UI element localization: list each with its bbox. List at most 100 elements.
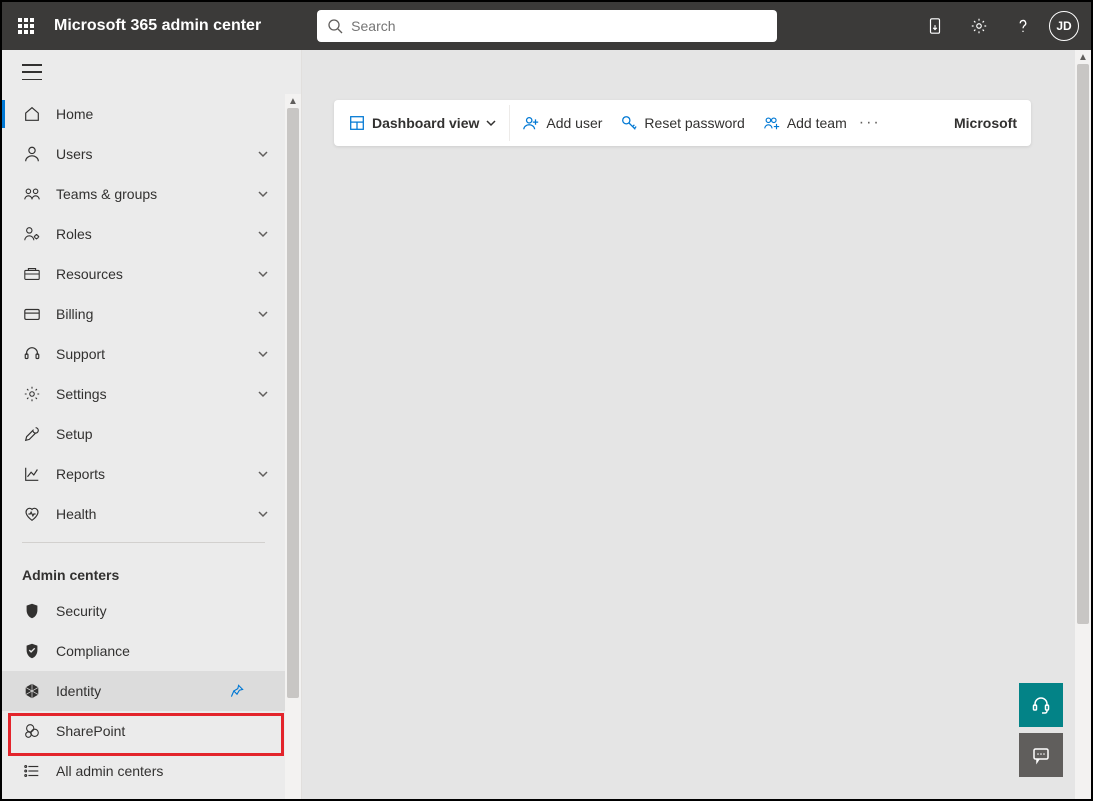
sidebar-item-label: Settings xyxy=(56,386,257,402)
sidebar-item-health[interactable]: Health xyxy=(2,494,285,534)
billing-icon xyxy=(22,305,42,323)
question-icon xyxy=(1014,17,1032,35)
gear-icon xyxy=(970,17,988,35)
chevron-down-icon xyxy=(257,188,273,200)
feedback-button[interactable] xyxy=(1019,733,1063,777)
main-content: Dashboard view Add user Reset password A… xyxy=(302,50,1091,799)
scrollbar-thumb[interactable] xyxy=(287,108,299,698)
reset-password-label: Reset password xyxy=(644,115,744,131)
sidebar-item-label: Reports xyxy=(56,466,257,482)
chevron-down-icon xyxy=(257,308,273,320)
key-icon xyxy=(620,114,638,132)
sidebar-item-label: Teams & groups xyxy=(56,186,257,202)
chevron-down-icon xyxy=(257,468,273,480)
sharepoint-icon xyxy=(22,722,42,740)
sidebar: Home Users Teams & groups Role xyxy=(2,50,302,799)
app-launcher-button[interactable] xyxy=(2,2,50,50)
headset-icon xyxy=(1031,695,1051,715)
sidebar-item-label: Billing xyxy=(56,306,257,322)
sidebar-item-label: Health xyxy=(56,506,257,522)
settings-icon xyxy=(22,385,42,403)
sidebar-item-label: Roles xyxy=(56,226,257,242)
roles-icon xyxy=(22,225,42,243)
account-avatar[interactable]: JD xyxy=(1049,11,1079,41)
reports-icon xyxy=(22,465,42,483)
chevron-down-icon xyxy=(257,348,273,360)
app-title: Microsoft 365 admin center xyxy=(50,17,261,35)
sidebar-item-label: Support xyxy=(56,346,257,362)
support-icon xyxy=(22,345,42,363)
search-input[interactable] xyxy=(351,18,767,34)
help-icon-button[interactable] xyxy=(1001,2,1045,50)
toolbar-separator xyxy=(509,105,510,141)
sidebar-item-compliance[interactable]: Compliance xyxy=(2,631,285,671)
list-icon xyxy=(22,762,42,780)
sidebar-item-reports[interactable]: Reports xyxy=(2,454,285,494)
sidebar-item-billing[interactable]: Billing xyxy=(2,294,285,334)
device-icon-button[interactable] xyxy=(913,2,957,50)
search-icon xyxy=(327,18,351,34)
pin-icon[interactable] xyxy=(229,683,245,699)
sidebar-item-roles[interactable]: Roles xyxy=(2,214,285,254)
help-headset-button[interactable] xyxy=(1019,683,1063,727)
sidebar-item-label: Compliance xyxy=(56,643,273,659)
sidebar-item-label: Home xyxy=(56,106,273,122)
sidebar-item-settings[interactable]: Settings xyxy=(2,374,285,414)
brand-label: Microsoft xyxy=(954,115,1017,131)
dashboard-view-button[interactable]: Dashboard view xyxy=(348,100,497,146)
add-user-button[interactable]: Add user xyxy=(522,100,602,146)
add-team-button[interactable]: Add team xyxy=(763,100,847,146)
sidebar-item-security[interactable]: Security xyxy=(2,591,285,631)
sidebar-item-label: Security xyxy=(56,603,273,619)
chevron-down-icon xyxy=(257,508,273,520)
main-scrollbar[interactable]: ▲ xyxy=(1075,50,1091,799)
chevron-down-icon xyxy=(257,388,273,400)
sidebar-item-resources[interactable]: Resources xyxy=(2,254,285,294)
chevron-down-icon xyxy=(485,117,497,129)
reset-password-button[interactable]: Reset password xyxy=(620,100,744,146)
settings-icon-button[interactable] xyxy=(957,2,1001,50)
dashboard-view-label: Dashboard view xyxy=(372,115,479,131)
add-user-label: Add user xyxy=(546,115,602,131)
compliance-shield-icon xyxy=(22,642,42,660)
sidebar-item-all-admin-centers[interactable]: All admin centers xyxy=(2,751,285,791)
add-team-icon xyxy=(763,114,781,132)
setup-icon xyxy=(22,425,42,443)
sidebar-item-sharepoint[interactable]: SharePoint xyxy=(2,711,285,751)
add-team-label: Add team xyxy=(787,115,847,131)
sidebar-item-label: SharePoint xyxy=(56,723,273,739)
identity-icon xyxy=(22,682,42,700)
sidebar-item-label: Setup xyxy=(56,426,273,442)
sidebar-item-label: Resources xyxy=(56,266,257,282)
scroll-up-arrow-icon: ▲ xyxy=(1075,50,1091,64)
shield-icon xyxy=(22,602,42,620)
sidebar-item-support[interactable]: Support xyxy=(2,334,285,374)
sidebar-scrollbar[interactable]: ▲ xyxy=(285,94,301,799)
chevron-down-icon xyxy=(257,148,273,160)
sidebar-item-teams-groups[interactable]: Teams & groups xyxy=(2,174,285,214)
chevron-down-icon xyxy=(257,268,273,280)
sidebar-item-identity[interactable]: Identity xyxy=(2,671,285,711)
scrollbar-thumb[interactable] xyxy=(1077,64,1089,624)
sidebar-item-users[interactable]: Users xyxy=(2,134,285,174)
sidebar-item-home[interactable]: Home xyxy=(2,94,285,134)
nav-divider xyxy=(22,542,265,543)
phone-download-icon xyxy=(926,17,944,35)
command-bar: Dashboard view Add user Reset password A… xyxy=(334,100,1031,146)
teams-icon xyxy=(22,185,42,203)
dashboard-icon xyxy=(348,114,366,132)
user-icon xyxy=(22,145,42,163)
resources-icon xyxy=(22,265,42,283)
feedback-icon xyxy=(1031,745,1051,765)
overflow-menu-button[interactable]: ··· xyxy=(859,114,881,132)
health-icon xyxy=(22,505,42,523)
header: Microsoft 365 admin center JD xyxy=(2,2,1091,50)
search-box[interactable] xyxy=(317,10,777,42)
chevron-down-icon xyxy=(257,228,273,240)
home-icon xyxy=(22,105,42,123)
sidebar-item-setup[interactable]: Setup xyxy=(2,414,285,454)
sidebar-item-label: Identity xyxy=(56,683,229,699)
sidebar-item-label: All admin centers xyxy=(56,763,273,779)
nav-toggle-button[interactable] xyxy=(22,64,42,80)
add-user-icon xyxy=(522,114,540,132)
